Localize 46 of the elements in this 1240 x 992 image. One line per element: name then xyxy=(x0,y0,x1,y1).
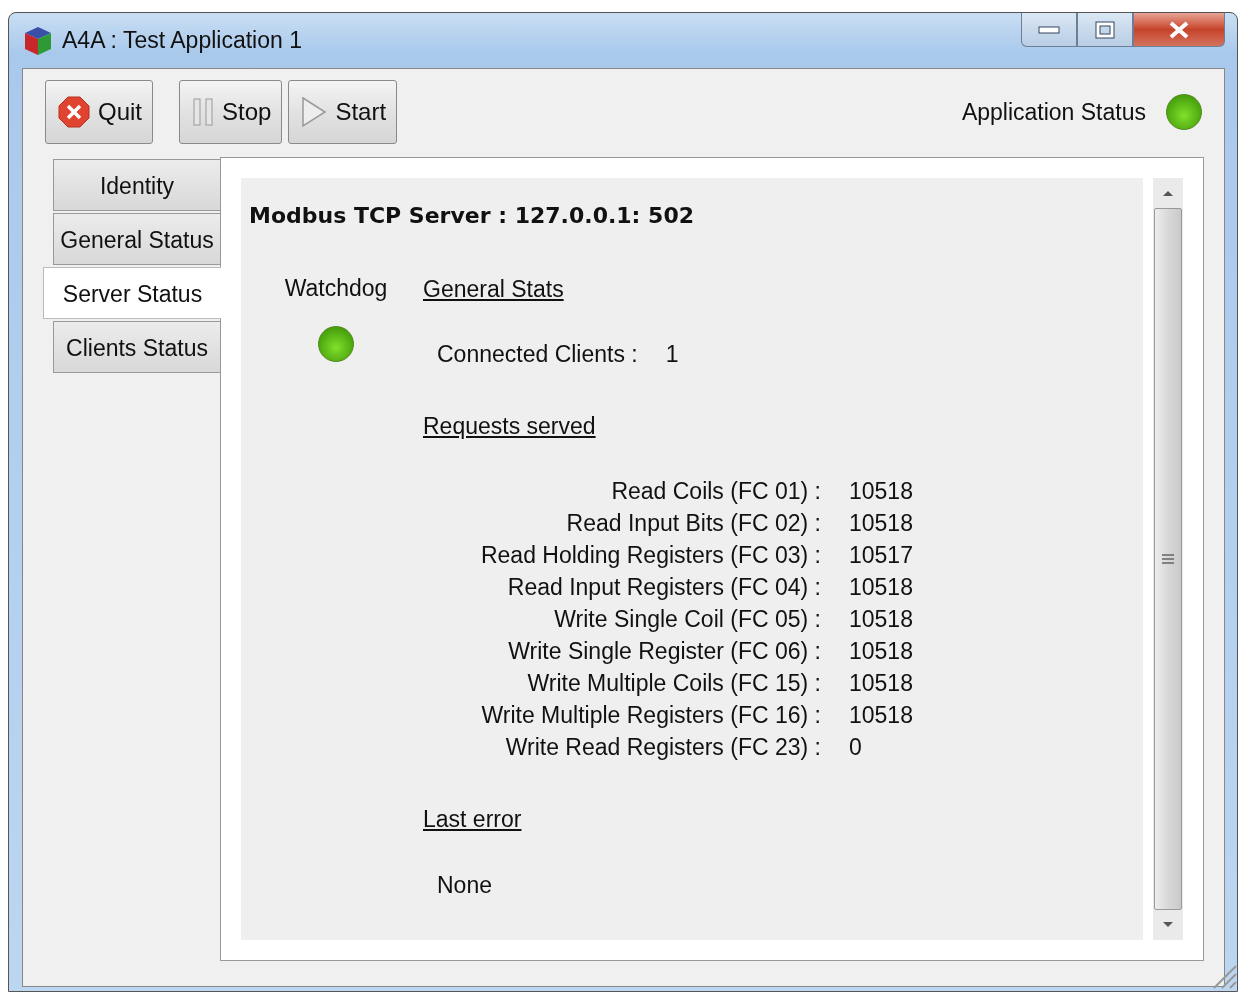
request-count: 10518 xyxy=(849,637,914,666)
window-title: A4A : Test Application 1 xyxy=(62,26,302,56)
status-label: Application Status xyxy=(961,97,1146,127)
app-icon xyxy=(24,25,52,56)
minimize-button[interactable] xyxy=(1021,13,1077,47)
tab[interactable]: Clients Status xyxy=(53,321,220,373)
stop-button[interactable]: Stop xyxy=(179,80,283,144)
request-count: 10518 xyxy=(849,509,914,538)
request-label: Write Read Registers (FC 23) : xyxy=(504,733,821,762)
close-icon xyxy=(1167,19,1191,40)
connected-clients-value: 1 xyxy=(665,339,679,369)
maximize-button[interactable] xyxy=(1077,13,1133,47)
request-count: 10518 xyxy=(849,605,914,634)
minimize-icon xyxy=(1038,24,1060,35)
quit-button[interactable]: Quit xyxy=(45,80,153,144)
request-label: Write Multiple Coils (FC 15) : xyxy=(526,669,821,698)
request-count: 0 xyxy=(849,733,863,762)
request-label: Write Single Register (FC 06) : xyxy=(507,637,821,666)
request-label: Read Input Bits (FC 02) : xyxy=(565,509,821,538)
request-count: 10518 xyxy=(849,573,914,602)
request-label: Write Multiple Registers (FC 16) : xyxy=(480,701,821,730)
request-count: 10517 xyxy=(849,541,914,570)
section-heading: Requests served xyxy=(423,411,596,441)
watchdog-label: Watchdog xyxy=(284,274,388,303)
close-icon xyxy=(58,96,90,128)
start-button[interactable]: Start xyxy=(288,80,398,144)
last-error-value: None xyxy=(437,870,492,900)
request-label: Write Single Coil (FC 05) : xyxy=(553,605,821,634)
request-count: 10518 xyxy=(849,701,914,730)
connected-clients-label: Connected Clients : xyxy=(437,339,638,369)
tab[interactable]: Server Status xyxy=(43,267,221,319)
request-label: Read Holding Registers (FC 03) : xyxy=(479,541,821,570)
section-heading: General Stats xyxy=(423,275,564,304)
close-button[interactable] xyxy=(1133,13,1225,47)
tab[interactable]: Identity xyxy=(53,159,220,211)
pause-icon xyxy=(192,98,214,126)
request-label: Read Input Registers (FC 04) : xyxy=(506,573,821,602)
request-count: 10518 xyxy=(849,477,914,506)
grip-icon xyxy=(1162,553,1174,565)
request-count: 10518 xyxy=(849,669,914,698)
section-heading: Last error xyxy=(423,805,522,834)
maximize-icon xyxy=(1095,20,1115,39)
request-label: Read Coils (FC 01) : xyxy=(610,477,821,506)
section-title: Modbus TCP Server : 127.0.0.1: 502 xyxy=(249,202,695,230)
tab[interactable]: General Status xyxy=(53,213,220,265)
play-icon xyxy=(301,96,328,128)
